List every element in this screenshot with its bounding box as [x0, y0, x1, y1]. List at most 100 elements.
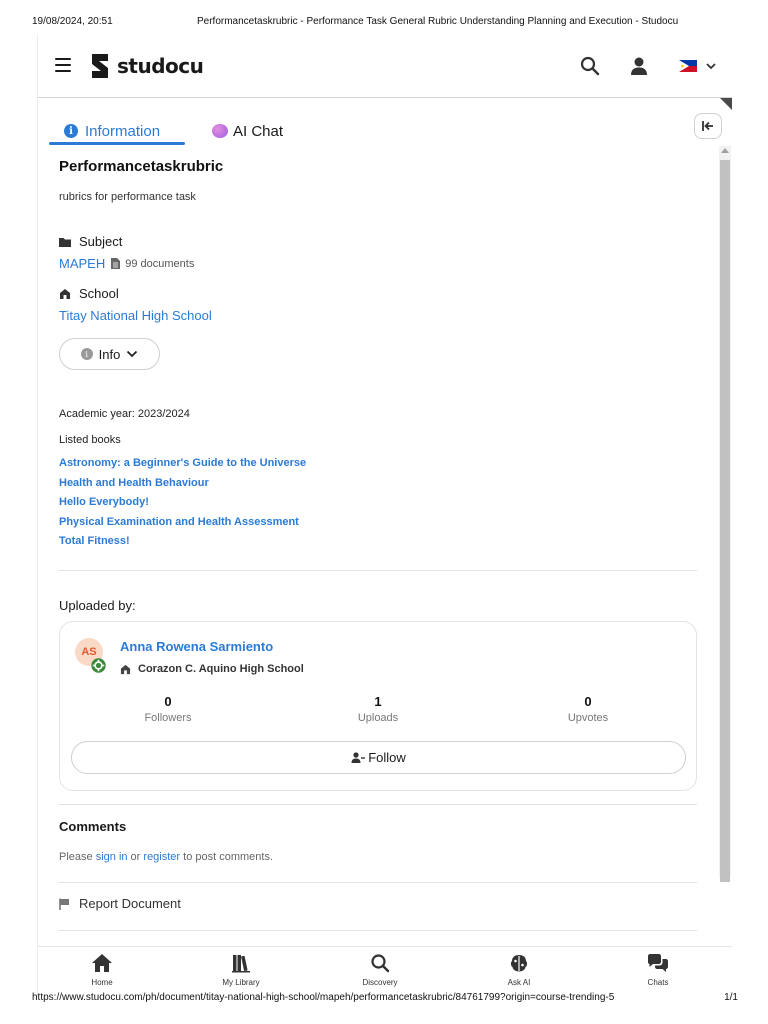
subject-document-count-text: 99 documents: [125, 257, 195, 270]
book-link[interactable]: Hello Everybody!: [59, 493, 306, 513]
register-link[interactable]: register: [143, 851, 180, 863]
comments-login-prompt: Please sign in or register to post comme…: [59, 851, 273, 863]
chevron-down-icon: [706, 63, 716, 70]
uploader-school: Corazon C. Aquino High School: [120, 663, 304, 675]
studocu-logo[interactable]: studocu: [86, 52, 204, 80]
report-document-label: Report Document: [79, 896, 181, 911]
nav-discovery[interactable]: Discovery: [335, 953, 425, 987]
nav-chats-label: Chats: [647, 978, 669, 987]
folder-icon: [59, 237, 71, 247]
subject-link[interactable]: MAPEH: [59, 256, 105, 271]
uploader-school-text: Corazon C. Aquino High School: [138, 663, 304, 675]
user-icon[interactable]: [629, 56, 649, 76]
comments-suffix: to post comments.: [180, 851, 274, 863]
scrollbar[interactable]: [719, 146, 731, 882]
philippines-flag-icon: [679, 60, 697, 72]
divider: [59, 804, 697, 805]
upvotes-stat: 0 Upvotes: [528, 694, 648, 724]
book-link[interactable]: Physical Examination and Health Assessme…: [59, 513, 306, 533]
discovery-search-icon: [371, 954, 390, 973]
tab-information-label: Information: [85, 122, 161, 140]
subject-label-text: Subject: [79, 234, 123, 249]
followers-stat: 0 Followers: [108, 694, 228, 724]
print-header: 19/08/2024, 20:51 Performancetaskrubric …: [32, 16, 736, 30]
school-label: School: [59, 286, 119, 301]
top-navigation-bar: studocu: [38, 34, 732, 98]
flag-icon: [59, 898, 69, 910]
nav-discovery-label: Discovery: [362, 978, 398, 987]
uploader-card: AS Anna Rowena Sarmiento Corazon C. Aqui…: [59, 621, 697, 791]
print-page-number: 1/1: [724, 992, 738, 1003]
nav-home[interactable]: Home: [57, 953, 147, 987]
info-circle-icon: i: [80, 348, 93, 360]
followers-label: Followers: [144, 712, 192, 724]
print-date: 19/08/2024, 20:51: [32, 16, 113, 27]
sign-in-link[interactable]: sign in: [96, 851, 128, 863]
book-link[interactable]: Total Fitness!: [59, 532, 306, 552]
report-document-button[interactable]: Report Document: [59, 896, 181, 911]
followers-count: 0: [164, 694, 172, 709]
uploads-count: 1: [374, 694, 382, 709]
document-icon: [111, 258, 121, 269]
tab-ai-chat[interactable]: AI Chat: [212, 116, 283, 146]
uploads-stat: 1 Uploads: [318, 694, 438, 724]
uploaded-by-label: Uploaded by:: [59, 598, 136, 613]
divider: [59, 930, 697, 931]
chevron-down-icon: [127, 350, 138, 358]
logo-text: studocu: [117, 54, 204, 78]
print-page-title: Performancetaskrubric - Performance Task…: [197, 16, 679, 27]
collapse-panel-icon: [702, 121, 713, 131]
follow-button-label: Follow: [368, 750, 406, 765]
nav-ask-ai[interactable]: Ask AI: [474, 953, 564, 987]
info-icon: i: [64, 124, 78, 138]
corner-decoration: [720, 98, 732, 110]
subject-label: Subject: [59, 234, 122, 249]
upvotes-label: Upvotes: [567, 712, 609, 724]
nav-my-library[interactable]: My Library: [196, 953, 286, 987]
document-title: Performancetaskrubric: [59, 158, 224, 175]
library-icon: [232, 955, 250, 973]
nav-ask-ai-label: Ask AI: [507, 978, 531, 987]
comments-middle: or: [127, 851, 144, 863]
uploads-label: Uploads: [357, 712, 399, 724]
chats-icon: [648, 954, 668, 972]
info-dropdown-button[interactable]: i Info: [59, 338, 160, 370]
ai-chat-icon: [212, 124, 228, 138]
hamburger-icon[interactable]: [55, 58, 71, 72]
school-label-text: School: [79, 286, 119, 301]
info-button-label: Info: [98, 346, 121, 362]
gear-badge-icon: [91, 658, 106, 673]
follow-button[interactable]: Follow: [71, 741, 686, 774]
listed-books-label: Listed books: [59, 434, 121, 446]
print-url: https://www.studocu.com/ph/document/tita…: [32, 992, 615, 1003]
tab-ai-chat-label: AI Chat: [233, 122, 284, 140]
divider: [59, 570, 697, 571]
comments-prefix: Please: [59, 851, 96, 863]
nav-my-library-label: My Library: [222, 978, 260, 987]
print-footer: https://www.studocu.com/ph/document/tita…: [32, 992, 738, 1006]
school-icon: [120, 664, 131, 674]
comments-heading: Comments: [59, 819, 127, 834]
scrollbar-thumb[interactable]: [720, 160, 730, 882]
studocu-logo-icon: [92, 54, 108, 78]
document-description: rubrics for performance task: [59, 191, 196, 203]
collapse-panel-button[interactable]: [694, 113, 722, 139]
nav-chats[interactable]: Chats: [613, 953, 703, 987]
browser-viewport: studocu i Information AI Chat Performanc…: [37, 34, 732, 996]
bottom-navigation: Home My Library Discovery Ask AI Chats: [38, 946, 732, 996]
uploader-name-link[interactable]: Anna Rowena Sarmiento: [120, 639, 273, 654]
subject-line: MAPEH 99 documents: [59, 256, 194, 271]
brain-icon: [510, 955, 528, 972]
language-selector[interactable]: [679, 58, 721, 74]
nav-home-label: Home: [91, 978, 113, 987]
scroll-up-arrow-icon[interactable]: [721, 148, 729, 153]
school-link[interactable]: Titay National High School: [59, 308, 212, 323]
divider: [59, 882, 697, 883]
home-icon: [92, 954, 112, 972]
book-link[interactable]: Health and Health Behaviour: [59, 474, 306, 494]
subject-document-count: 99 documents: [111, 258, 194, 270]
search-icon[interactable]: [580, 56, 600, 76]
book-list: Astronomy: a Beginner's Guide to the Uni…: [59, 454, 306, 552]
add-user-icon: [351, 752, 366, 763]
book-link[interactable]: Astronomy: a Beginner's Guide to the Uni…: [59, 454, 306, 474]
